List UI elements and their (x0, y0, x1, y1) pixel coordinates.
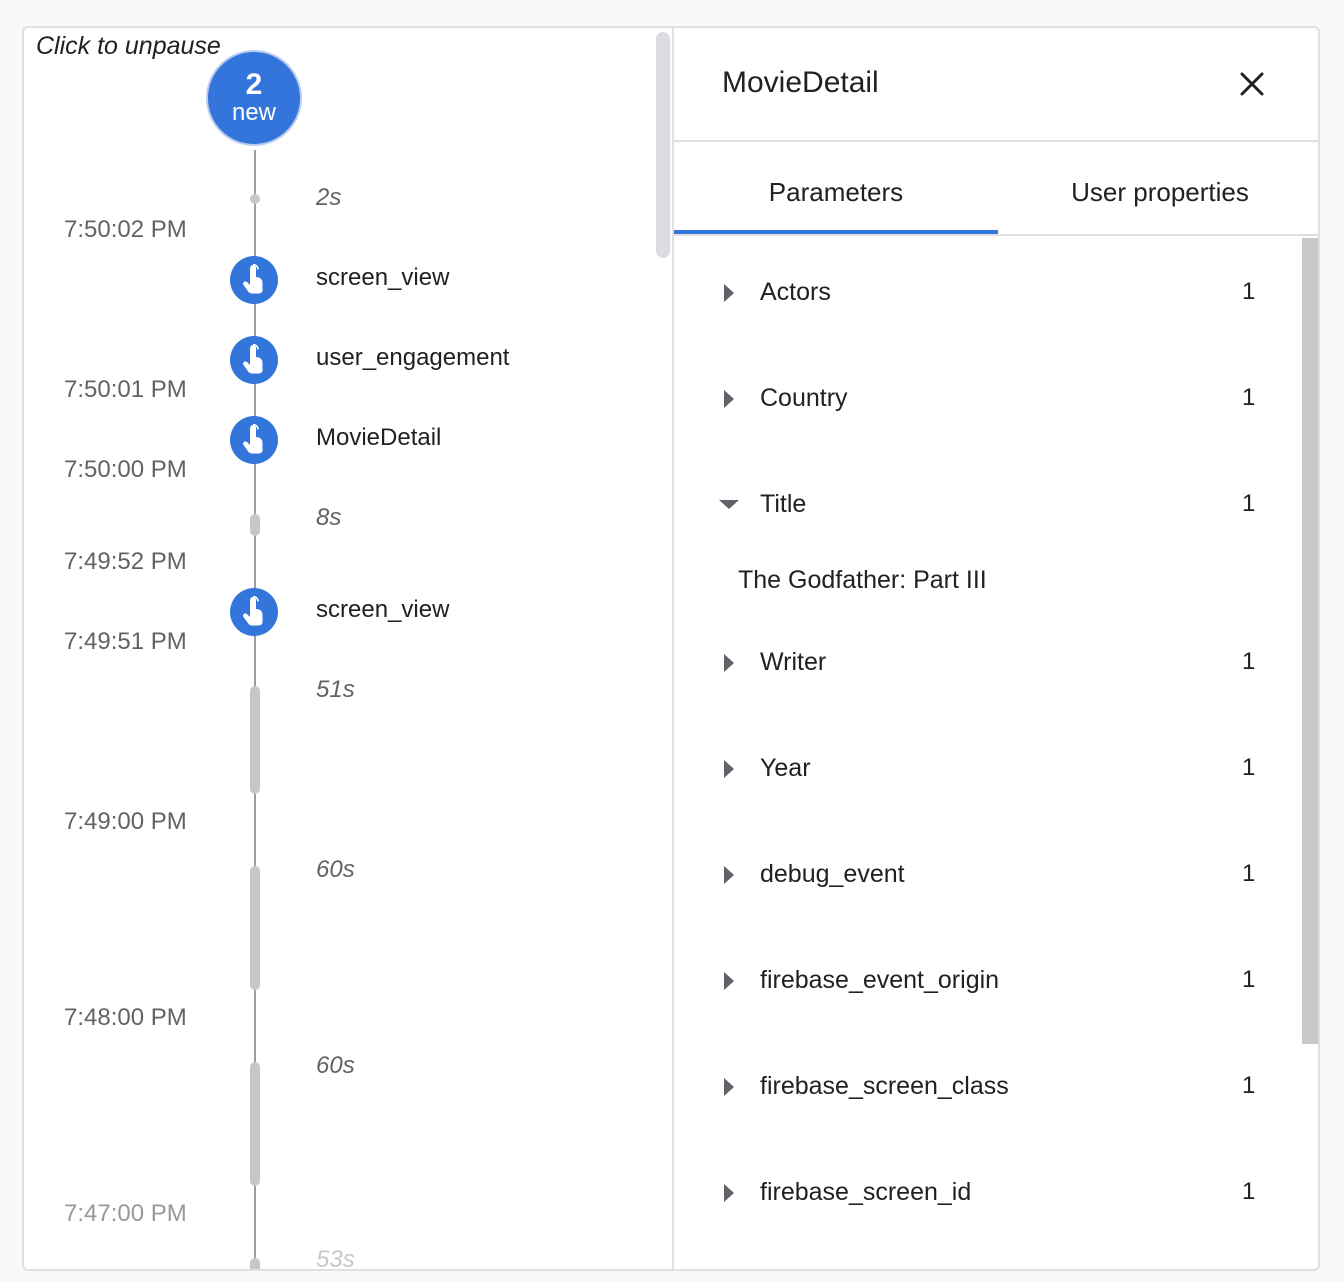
param-count: 1 (1242, 860, 1256, 887)
timeline-gap-marker (250, 1062, 260, 1186)
tab-user-properties[interactable]: User properties (998, 142, 1318, 234)
timestamp: 7:50:02 PM (64, 216, 187, 243)
tab-bar: Parameters User properties (674, 142, 1318, 236)
triangle-right-icon (724, 390, 734, 408)
param-count: 1 (1242, 278, 1256, 305)
new-events-label: new (231, 99, 277, 126)
timestamp: 7:49:52 PM (64, 548, 187, 575)
param-count: 1 (1242, 384, 1256, 411)
time-gap-label: 8s (316, 504, 342, 531)
triangle-right-icon (724, 760, 734, 778)
triangle-right-icon (724, 866, 734, 884)
param-row-year[interactable]: Year 1 (674, 740, 1294, 800)
event-timeline[interactable]: Click to unpause 2 new 7:50:02 PM 7:50:0… (24, 28, 672, 1269)
debugview-card: Click to unpause 2 new 7:50:02 PM 7:50:0… (22, 26, 1320, 1271)
param-count: 1 (1242, 1072, 1256, 1099)
time-gap-label: 60s (316, 1052, 355, 1079)
param-row-firebase-screen-class[interactable]: firebase_screen_class 1 (674, 1058, 1294, 1118)
param-count: 1 (1242, 1178, 1256, 1205)
param-value: The Godfather: Part III (738, 566, 987, 594)
event-screen-view[interactable]: screen_view (316, 596, 449, 624)
event-screen-view[interactable]: screen_view (316, 264, 449, 292)
param-row-debug-event[interactable]: debug_event 1 (674, 846, 1294, 906)
param-name: firebase_screen_id (760, 1178, 972, 1206)
touch-hand-icon[interactable] (230, 256, 278, 304)
param-name: Year (760, 754, 811, 782)
time-gap-label: 2s (316, 184, 342, 211)
param-name: firebase_event_origin (760, 966, 1000, 994)
param-name: Actors (760, 278, 831, 306)
timeline-gap-marker (250, 866, 260, 990)
timestamp: 7:49:51 PM (64, 628, 187, 655)
tab-parameters[interactable]: Parameters (674, 142, 998, 234)
triangle-down-icon (719, 500, 739, 509)
panel-title: MovieDetail (722, 66, 879, 99)
timeline-gap-marker (250, 514, 260, 536)
close-icon[interactable] (1230, 62, 1274, 106)
event-user-engagement[interactable]: user_engagement (316, 344, 509, 372)
triangle-right-icon (724, 284, 734, 302)
unpause-hint[interactable]: Click to unpause (36, 32, 221, 61)
event-detail-panel: MovieDetail Parameters User properties A… (674, 28, 1318, 1269)
param-name: Country (760, 384, 848, 412)
timeline-gap-marker (250, 686, 260, 794)
param-row-country[interactable]: Country 1 (674, 370, 1294, 430)
param-count: 1 (1242, 966, 1256, 993)
triangle-right-icon (724, 1078, 734, 1096)
timestamp: 7:50:01 PM (64, 376, 187, 403)
triangle-right-icon (724, 654, 734, 672)
param-name: Writer (760, 648, 827, 676)
param-row-firebase-screen-id[interactable]: firebase_screen_id 1 (674, 1164, 1294, 1224)
time-gap-label: 51s (316, 676, 355, 703)
param-count: 1 (1242, 490, 1256, 517)
timestamp: 7:49:00 PM (64, 808, 187, 835)
time-gap-label: 53s (316, 1246, 355, 1269)
parameters-scrollbar[interactable] (1302, 238, 1318, 1044)
timeline-scrollbar[interactable] (656, 32, 670, 258)
param-row-firebase-event-origin[interactable]: firebase_event_origin 1 (674, 952, 1294, 1012)
param-row-actors[interactable]: Actors 1 (674, 264, 1294, 324)
param-name: Title (760, 490, 807, 518)
touch-hand-icon[interactable] (230, 588, 278, 636)
triangle-right-icon (724, 1184, 734, 1202)
param-count: 1 (1242, 754, 1256, 781)
param-name: debug_event (760, 860, 905, 888)
triangle-right-icon (724, 972, 734, 990)
new-events-button[interactable]: 2 new (206, 50, 302, 146)
timeline-gap-marker (250, 194, 260, 204)
param-row-writer[interactable]: Writer 1 (674, 634, 1294, 694)
timestamp: 7:50:00 PM (64, 456, 187, 483)
touch-hand-icon[interactable] (230, 416, 278, 464)
timestamp: 7:47:00 PM (64, 1200, 187, 1227)
timestamp: 7:48:00 PM (64, 1004, 187, 1031)
param-count: 1 (1242, 648, 1256, 675)
parameter-list: Actors 1 Country 1 Title 1 The Godfather… (674, 236, 1304, 1269)
time-gap-label: 60s (316, 856, 355, 883)
timeline-gap-marker (250, 1258, 260, 1269)
touch-hand-icon[interactable] (230, 336, 278, 384)
param-name: firebase_screen_class (760, 1072, 1009, 1100)
param-row-title[interactable]: Title 1 (674, 476, 1294, 536)
new-events-count: 2 (245, 68, 263, 101)
event-moviedetail[interactable]: MovieDetail (316, 424, 441, 452)
